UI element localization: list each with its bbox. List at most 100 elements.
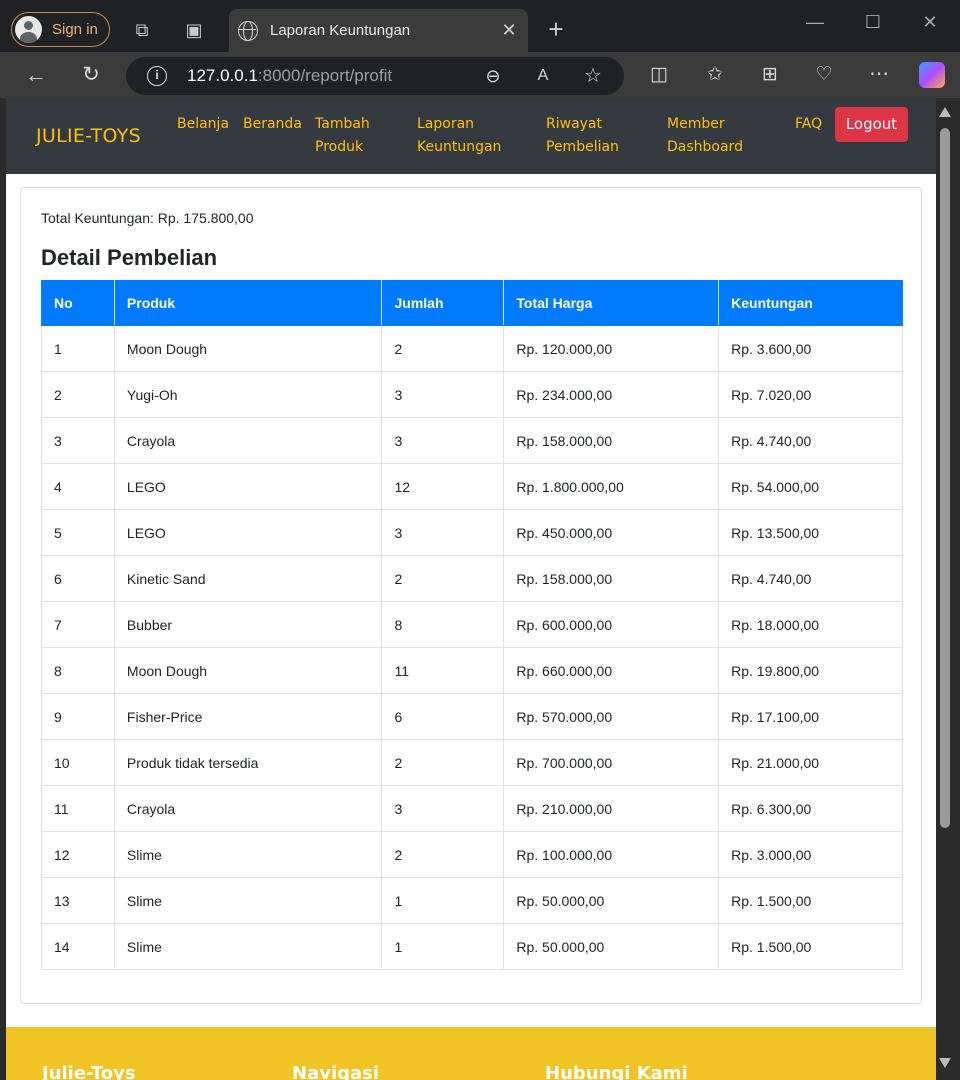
cell-keuntungan: Rp. 54.000,00	[718, 463, 903, 510]
cell-produk: Crayola	[113, 417, 383, 464]
sign-in-label: Sign in	[52, 21, 98, 38]
favorite-star-icon[interactable]: ☆	[580, 63, 606, 89]
cell-no: 1	[41, 325, 115, 372]
cell-keuntungan: Rp. 21.000,00	[718, 739, 903, 786]
nav-link-belanja[interactable]: Belanja	[177, 113, 229, 136]
sign-in-button[interactable]: Sign in	[11, 12, 110, 47]
cell-jumlah: 3	[381, 785, 505, 832]
cell-no: 2	[41, 371, 115, 418]
table-row: 11 Crayola 3 Rp. 210.000,00 Rp. 6.300,00	[41, 785, 903, 832]
table-row: 10 Produk tidak tersedia 2 Rp. 700.000,00 Rp…	[41, 739, 903, 786]
favorites-icon[interactable]: ✩	[702, 62, 728, 88]
table-row: 13 Slime 1 Rp. 50.000,00 Rp. 1.500,00	[41, 877, 903, 924]
address-bar[interactable]: i 127.0.0.1:8000/report/profit ⊖ A ☆	[126, 57, 624, 95]
cell-total-harga: Rp. 450.000,00	[503, 509, 720, 556]
cell-keuntungan: Rp. 4.740,00	[718, 417, 903, 464]
nav-link-label: Keuntungan	[417, 139, 502, 155]
nav-link-tambah-produk[interactable]: Tambah Produk	[315, 113, 370, 159]
copilot-icon[interactable]	[919, 62, 945, 88]
cell-produk: Bubber	[113, 601, 383, 648]
nav-link-riwayat-pembelian[interactable]: Riwayat Pembelian	[546, 113, 619, 159]
table-header-row: No Produk Jumlah Total Harga Keuntungan	[41, 280, 903, 326]
cell-jumlah: 2	[381, 325, 505, 372]
url-host: 127.0.0.1	[187, 66, 258, 85]
cell-total-harga: Rp. 570.000,00	[503, 693, 720, 740]
close-window-icon[interactable]: ✕	[915, 12, 945, 33]
maximize-icon[interactable]: ☐	[858, 12, 888, 33]
brand-logo[interactable]: JULIE-TOYS	[36, 125, 141, 147]
cell-jumlah: 3	[381, 509, 505, 556]
nav-link-beranda[interactable]: Beranda	[243, 113, 302, 136]
column-header-total-harga: Total Harga	[503, 280, 720, 326]
cell-no: 7	[41, 601, 115, 648]
nav-link-label: Riwayat	[546, 116, 602, 132]
footer-contact-heading: Hubungi Kami	[545, 1063, 688, 1080]
nav-link-label: Dashboard	[667, 139, 743, 155]
new-tab-button[interactable]: +	[542, 16, 570, 44]
cell-no: 10	[41, 739, 115, 786]
cell-no: 12	[41, 831, 115, 878]
table-row: 1 Moon Dough 2 Rp. 120.000,00 Rp. 3.600,00	[41, 325, 903, 372]
table-row: 3 Crayola 3 Rp. 158.000,00 Rp. 4.740,00	[41, 417, 903, 464]
cell-no: 11	[41, 785, 115, 832]
cell-keuntungan: Rp. 3.000,00	[718, 831, 903, 878]
cell-produk: Moon Dough	[113, 647, 383, 694]
close-tab-icon[interactable]: ✕	[496, 20, 522, 41]
scroll-up-icon[interactable]	[939, 107, 951, 117]
table-row: 4 LEGO 12 Rp. 1.800.000,00 Rp. 54.000,00	[41, 463, 903, 510]
back-arrow-icon[interactable]: ←	[23, 62, 49, 88]
split-screen-icon[interactable]: ◫	[646, 62, 672, 88]
collections-icon[interactable]: ⊞	[757, 62, 783, 88]
logout-button[interactable]: Logout	[835, 107, 908, 142]
more-options-icon[interactable]: ⋯	[866, 61, 892, 87]
page-scrollbar[interactable]	[936, 98, 954, 1080]
active-tab[interactable]: Laporan Keuntungan ✕	[229, 9, 528, 52]
url-path: :8000/report/profit	[257, 66, 393, 85]
browser-toolbar: ← ↻ i 127.0.0.1:8000/report/profit ⊖ A ☆…	[0, 52, 960, 98]
cell-keuntungan: Rp. 17.100,00	[718, 693, 903, 740]
cell-total-harga: Rp. 1.800.000,00	[503, 463, 720, 510]
nav-link-label: FAQ	[795, 116, 823, 132]
cell-produk: Slime	[113, 877, 383, 924]
table-row: 6 Kinetic Sand 2 Rp. 158.000,00 Rp. 4.740,00	[41, 555, 903, 602]
cell-total-harga: Rp. 158.000,00	[503, 417, 720, 464]
cell-produk: LEGO	[113, 509, 383, 556]
cell-keuntungan: Rp. 13.500,00	[718, 509, 903, 556]
cell-jumlah: 11	[381, 647, 505, 694]
cell-produk: Crayola	[113, 785, 383, 832]
cell-total-harga: Rp. 234.000,00	[503, 371, 720, 418]
nav-link-faq[interactable]: FAQ	[795, 113, 822, 136]
workspaces-icon[interactable]: ⧉	[130, 18, 154, 42]
nav-link-member-dashboard[interactable]: Member Dashboard	[667, 113, 743, 159]
cell-jumlah: 6	[381, 693, 505, 740]
vertical-tabs-icon[interactable]: ▣	[182, 18, 206, 42]
scroll-down-icon[interactable]	[939, 1058, 951, 1068]
cell-jumlah: 12	[381, 463, 505, 510]
cell-no: 9	[41, 693, 115, 740]
nav-link-label: Pembelian	[546, 139, 619, 155]
cell-produk: Slime	[113, 923, 383, 970]
table-row: 2 Yugi-Oh 3 Rp. 234.000,00 Rp. 7.020,00	[41, 371, 903, 418]
cell-produk: Kinetic Sand	[113, 555, 383, 602]
scrollbar-thumb[interactable]	[940, 128, 950, 828]
read-aloud-icon[interactable]: A	[530, 63, 556, 89]
column-header-no: No	[41, 280, 115, 326]
site-info-icon[interactable]: i	[147, 66, 167, 86]
table-row: 7 Bubber 8 Rp. 600.000,00 Rp. 18.000,00	[41, 601, 903, 648]
table-row: 8 Moon Dough 11 Rp. 660.000,00 Rp. 19.800,00	[41, 647, 903, 694]
cell-total-harga: Rp. 100.000,00	[503, 831, 720, 878]
cell-total-harga: Rp. 158.000,00	[503, 555, 720, 602]
nav-link-label: Tambah	[315, 116, 370, 132]
browser-tab-bar: Sign in ⧉ ▣ Laporan Keuntungan ✕ + — ☐ ✕	[0, 0, 960, 52]
tab-title: Laporan Keuntungan	[270, 22, 411, 39]
cell-jumlah: 1	[381, 923, 505, 970]
refresh-icon[interactable]: ↻	[78, 62, 104, 88]
cell-jumlah: 3	[381, 417, 505, 464]
cell-no: 6	[41, 555, 115, 602]
zoom-icon[interactable]: ⊖	[480, 63, 506, 89]
nav-link-laporan-keuntungan[interactable]: Laporan Keuntungan	[417, 113, 501, 159]
column-header-keuntungan: Keuntungan	[718, 280, 903, 326]
browser-essentials-icon[interactable]: ♡	[811, 62, 837, 88]
minimize-icon[interactable]: —	[800, 12, 830, 33]
cell-total-harga: Rp. 50.000,00	[503, 923, 720, 970]
